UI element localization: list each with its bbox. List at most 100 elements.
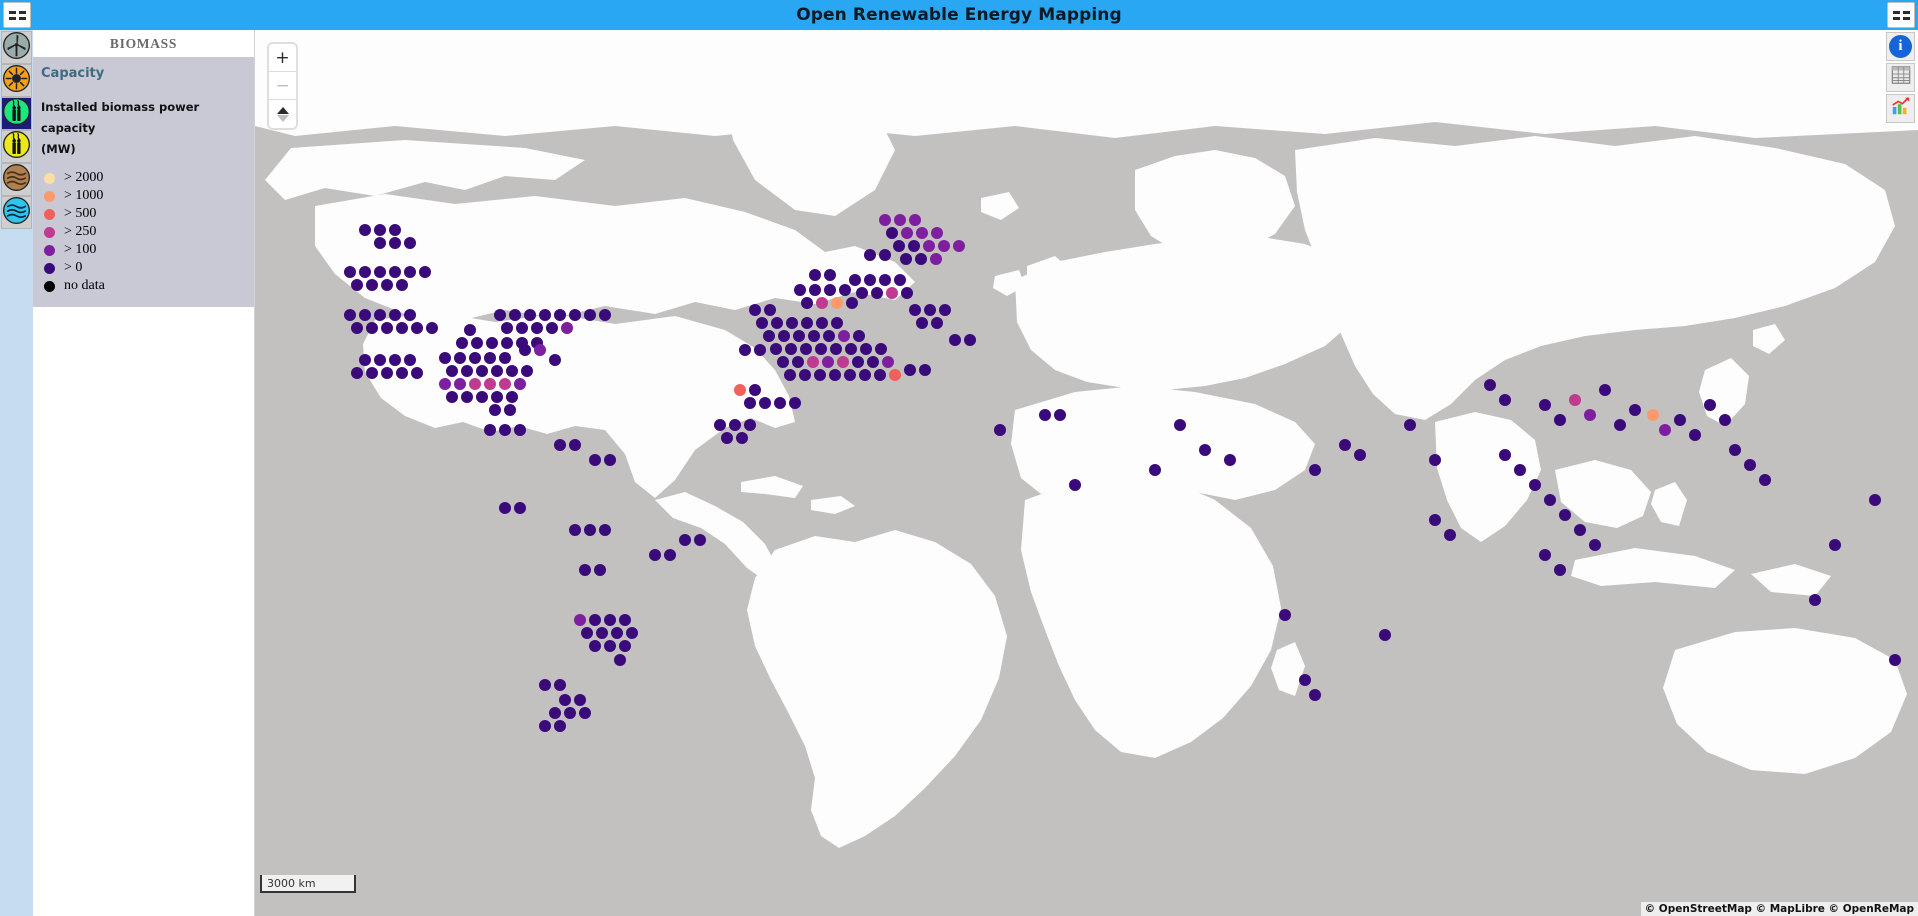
capacity-dot[interactable] bbox=[852, 356, 864, 368]
capacity-dot[interactable] bbox=[801, 317, 813, 329]
capacity-dot[interactable] bbox=[837, 356, 849, 368]
zoom-in-button[interactable]: + bbox=[269, 44, 296, 72]
capacity-dot[interactable] bbox=[461, 365, 473, 377]
capacity-dot[interactable] bbox=[381, 322, 393, 334]
capacity-dot[interactable] bbox=[396, 322, 408, 334]
capacity-dot[interactable] bbox=[404, 309, 416, 321]
capacity-dot[interactable] bbox=[564, 707, 576, 719]
capacity-dot[interactable] bbox=[830, 343, 842, 355]
capacity-dot[interactable] bbox=[471, 337, 483, 349]
capacity-dot[interactable] bbox=[486, 337, 498, 349]
capacity-dot[interactable] bbox=[626, 627, 638, 639]
capacity-dot[interactable] bbox=[1484, 379, 1496, 391]
capacity-dot[interactable] bbox=[831, 297, 843, 309]
capacity-dot[interactable] bbox=[594, 564, 606, 576]
capacity-dot[interactable] bbox=[771, 317, 783, 329]
capacity-dot[interactable] bbox=[919, 364, 931, 376]
capacity-dot[interactable] bbox=[439, 352, 451, 364]
capacity-dot[interactable] bbox=[1309, 689, 1321, 701]
capacity-dot[interactable] bbox=[916, 227, 928, 239]
capacity-dot[interactable] bbox=[1514, 464, 1526, 476]
capacity-dot[interactable] bbox=[599, 524, 611, 536]
capacity-dot[interactable] bbox=[953, 240, 965, 252]
rail-item-wind[interactable] bbox=[1, 31, 32, 64]
capacity-dot[interactable] bbox=[649, 549, 661, 561]
capacity-dot[interactable] bbox=[396, 279, 408, 291]
capacity-dot[interactable] bbox=[664, 549, 676, 561]
capacity-dot[interactable] bbox=[867, 356, 879, 368]
capacity-dot[interactable] bbox=[1354, 449, 1366, 461]
capacity-dot[interactable] bbox=[359, 309, 371, 321]
capacity-dot[interactable] bbox=[994, 424, 1006, 436]
capacity-dot[interactable] bbox=[344, 266, 356, 278]
capacity-dot[interactable] bbox=[1809, 594, 1821, 606]
capacity-dot[interactable] bbox=[785, 343, 797, 355]
capacity-dot[interactable] bbox=[823, 330, 835, 342]
capacity-dot[interactable] bbox=[411, 367, 423, 379]
capacity-dot[interactable] bbox=[864, 274, 876, 286]
capacity-dot[interactable] bbox=[1499, 449, 1511, 461]
capacity-dot[interactable] bbox=[589, 614, 601, 626]
capacity-dot[interactable] bbox=[1199, 444, 1211, 456]
capacity-dot[interactable] bbox=[574, 614, 586, 626]
legend-row[interactable]: > 500 bbox=[41, 205, 246, 223]
capacity-dot[interactable] bbox=[931, 227, 943, 239]
capacity-dot[interactable] bbox=[404, 237, 416, 249]
capacity-dot[interactable] bbox=[604, 454, 616, 466]
rail-item-biogas[interactable] bbox=[1, 130, 32, 163]
capacity-dot[interactable] bbox=[1729, 444, 1741, 456]
capacity-dot[interactable] bbox=[1829, 539, 1841, 551]
capacity-dot[interactable] bbox=[792, 356, 804, 368]
capacity-dot[interactable] bbox=[744, 397, 756, 409]
capacity-dot[interactable] bbox=[344, 309, 356, 321]
capacity-dot[interactable] bbox=[882, 356, 894, 368]
capacity-dot[interactable] bbox=[1629, 404, 1641, 416]
capacity-dot[interactable] bbox=[614, 654, 626, 666]
capacity-dot[interactable] bbox=[546, 322, 558, 334]
capacity-dot[interactable] bbox=[756, 317, 768, 329]
capacity-dot[interactable] bbox=[764, 304, 776, 316]
capacity-dot[interactable] bbox=[816, 317, 828, 329]
capacity-dot[interactable] bbox=[456, 337, 468, 349]
capacity-dot[interactable] bbox=[1309, 464, 1321, 476]
capacity-dot[interactable] bbox=[860, 343, 872, 355]
capacity-dot[interactable] bbox=[491, 391, 503, 403]
capacity-dot[interactable] bbox=[1379, 629, 1391, 641]
capacity-dot[interactable] bbox=[504, 404, 516, 416]
rail-item-geothermal[interactable] bbox=[1, 163, 32, 196]
capacity-dot[interactable] bbox=[1599, 384, 1611, 396]
capacity-dot[interactable] bbox=[763, 330, 775, 342]
capacity-dot[interactable] bbox=[1339, 439, 1351, 451]
capacity-dot[interactable] bbox=[915, 253, 927, 265]
capacity-dot[interactable] bbox=[964, 334, 976, 346]
legend-row[interactable]: > 250 bbox=[41, 223, 246, 241]
capacity-dot[interactable] bbox=[856, 287, 868, 299]
capacity-dot[interactable] bbox=[426, 322, 438, 334]
capacity-dot[interactable] bbox=[949, 334, 961, 346]
capacity-dot[interactable] bbox=[886, 227, 898, 239]
capacity-dot[interactable] bbox=[1279, 609, 1291, 621]
capacity-dot[interactable] bbox=[824, 269, 836, 281]
capacity-dot[interactable] bbox=[1429, 454, 1441, 466]
capacity-dot[interactable] bbox=[374, 354, 386, 366]
capacity-dot[interactable] bbox=[476, 365, 488, 377]
capacity-dot[interactable] bbox=[484, 424, 496, 436]
capacity-dot[interactable] bbox=[499, 378, 511, 390]
capacity-dot[interactable] bbox=[389, 224, 401, 236]
capacity-dot[interactable] bbox=[901, 227, 913, 239]
capacity-dot[interactable] bbox=[501, 322, 513, 334]
capacity-dot[interactable] bbox=[579, 564, 591, 576]
capacity-dot[interactable] bbox=[461, 391, 473, 403]
capacity-dot[interactable] bbox=[736, 432, 748, 444]
capacity-dot[interactable] bbox=[569, 524, 581, 536]
capacity-dot[interactable] bbox=[916, 317, 928, 329]
capacity-dot[interactable] bbox=[824, 284, 836, 296]
capacity-dot[interactable] bbox=[366, 322, 378, 334]
capacity-dot[interactable] bbox=[514, 424, 526, 436]
capacity-dot[interactable] bbox=[359, 354, 371, 366]
capacity-dot[interactable] bbox=[519, 344, 531, 356]
capacity-dot[interactable] bbox=[809, 269, 821, 281]
capacity-dot[interactable] bbox=[879, 249, 891, 261]
capacity-dot[interactable] bbox=[469, 352, 481, 364]
capacity-dot[interactable] bbox=[694, 534, 706, 546]
